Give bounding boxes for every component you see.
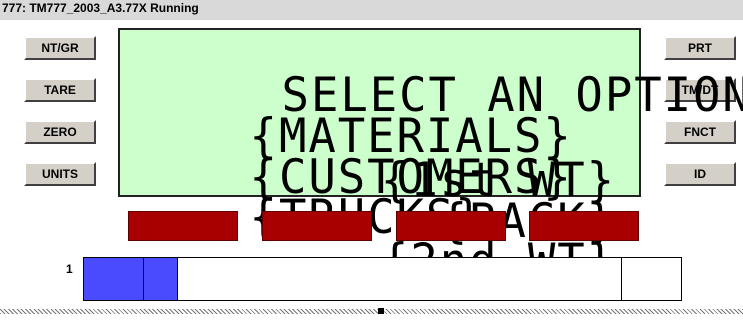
progress-segment-4 [622, 258, 681, 300]
progress-segment-3 [178, 258, 622, 300]
progress-segment-1 [84, 258, 144, 300]
softkey-4[interactable] [529, 211, 639, 241]
zero-button[interactable]: ZERO [24, 120, 96, 144]
title-bar: 777: TM777_2003_A3.77X Running [0, 0, 743, 20]
bar-index-label: 1 [66, 262, 73, 276]
progress-segment-2 [144, 258, 178, 300]
id-button[interactable]: ID [664, 162, 736, 186]
divider-marker [378, 308, 384, 314]
bottom-divider [0, 309, 743, 314]
progress-bar [83, 257, 682, 301]
fnct-button[interactable]: FNCT [664, 120, 736, 144]
units-button[interactable]: UNITS [24, 162, 96, 186]
softkey-2[interactable] [262, 211, 372, 241]
prt-button[interactable]: PRT [664, 36, 736, 60]
nt-gr-button[interactable]: NT/GR [24, 36, 96, 60]
tare-button[interactable]: TARE [24, 78, 96, 102]
lcd-display: SELECT AN OPTION {MATERIALS} {1st WT} {C… [118, 28, 743, 285]
window-title: 777: TM777_2003_A3.77X Running [2, 1, 199, 15]
softkey-3[interactable] [396, 211, 506, 241]
softkey-1[interactable] [128, 211, 238, 241]
